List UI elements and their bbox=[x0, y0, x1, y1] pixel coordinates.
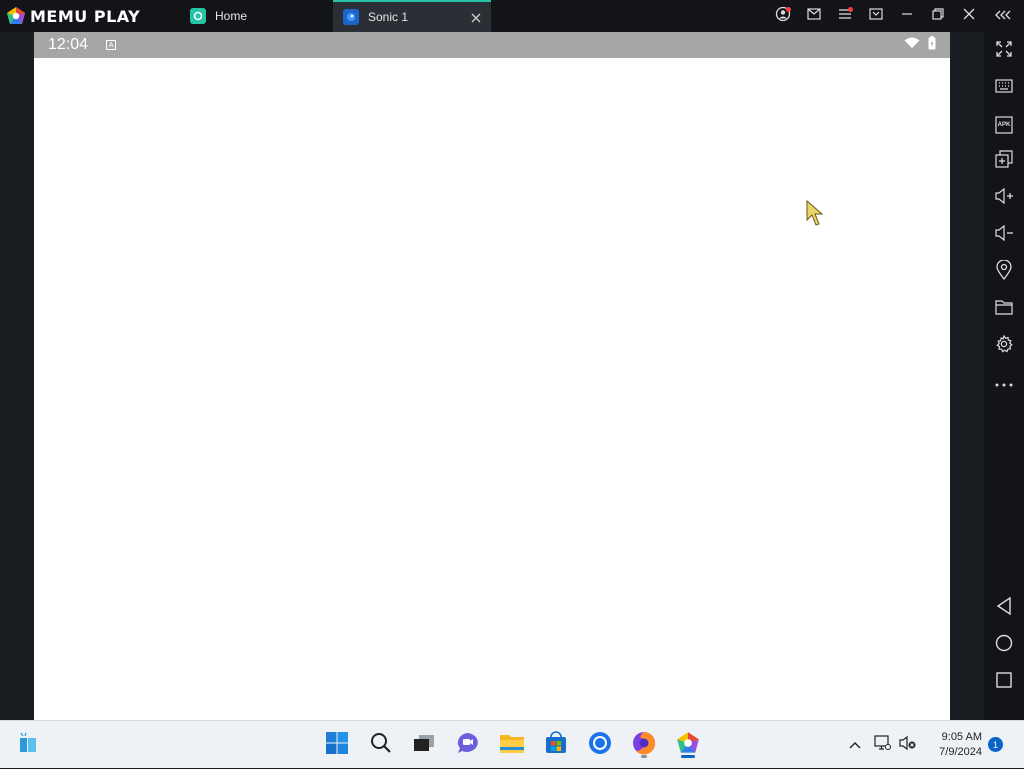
right-margin bbox=[950, 32, 984, 720]
more-button[interactable] bbox=[984, 368, 1024, 398]
volume-up-button[interactable] bbox=[984, 183, 1024, 213]
mouse-cursor-icon bbox=[806, 199, 826, 233]
folder-icon bbox=[995, 299, 1013, 320]
battery-icon bbox=[928, 35, 936, 55]
minimize-button[interactable] bbox=[891, 0, 922, 32]
android-home-button[interactable] bbox=[984, 630, 1024, 660]
volume-down-icon bbox=[994, 224, 1014, 246]
chrome-button[interactable] bbox=[585, 730, 615, 760]
mail-button[interactable] bbox=[798, 0, 829, 32]
taskbar-clock[interactable]: 9:05 AM 7/9/2024 bbox=[939, 730, 982, 760]
apk-icon: APK bbox=[995, 116, 1013, 134]
apk-icon-label: APK bbox=[997, 122, 1011, 128]
restore-icon bbox=[931, 7, 944, 25]
recents-icon bbox=[996, 671, 1012, 693]
location-button[interactable] bbox=[984, 257, 1024, 287]
sonic-app-icon bbox=[343, 9, 359, 25]
settings-icon bbox=[995, 334, 1013, 358]
keyboard-icon bbox=[995, 78, 1013, 98]
menu-notification-dot bbox=[848, 7, 853, 12]
fullscreen-button[interactable] bbox=[984, 36, 1024, 66]
windows-taskbar: 9:05 AM 7/9/2024 1 bbox=[0, 720, 1024, 768]
close-icon bbox=[963, 7, 975, 25]
volume-tray-button[interactable] bbox=[898, 721, 918, 769]
start-button[interactable] bbox=[322, 730, 352, 760]
location-icon bbox=[996, 258, 1012, 285]
volume-muted-icon bbox=[899, 735, 917, 755]
folder-button[interactable] bbox=[984, 294, 1024, 324]
memu-taskbar-button[interactable] bbox=[673, 730, 703, 760]
notification-icon: A bbox=[106, 40, 117, 50]
more-icon bbox=[995, 374, 1013, 392]
chevron-up-icon bbox=[849, 736, 861, 754]
screen-cast-button[interactable] bbox=[860, 0, 891, 32]
widgets-button[interactable] bbox=[13, 730, 43, 760]
home-icon bbox=[995, 634, 1013, 657]
widgets-icon bbox=[17, 732, 39, 759]
search-button[interactable] bbox=[366, 730, 396, 760]
notification-dot bbox=[786, 7, 791, 12]
tab-home-label: Home bbox=[215, 9, 248, 23]
taskbar-time: 9:05 AM bbox=[941, 731, 982, 743]
file-explorer-icon bbox=[499, 732, 525, 759]
tab-sonic[interactable]: Sonic 1 bbox=[333, 0, 491, 32]
app-content-area[interactable] bbox=[34, 58, 950, 720]
settings-button[interactable] bbox=[984, 331, 1024, 361]
taskbar-date: 7/9/2024 bbox=[939, 746, 982, 758]
mail-icon bbox=[806, 7, 821, 25]
android-back-button[interactable] bbox=[984, 593, 1024, 623]
wifi-icon bbox=[904, 36, 920, 54]
task-view-button[interactable] bbox=[409, 730, 439, 760]
keyboard-button[interactable] bbox=[984, 73, 1024, 103]
screen-cast-icon bbox=[868, 7, 883, 26]
multi-instance-button[interactable] bbox=[984, 146, 1024, 176]
windows-start-icon bbox=[325, 731, 349, 760]
show-hidden-icons-button[interactable] bbox=[845, 721, 865, 769]
network-icon bbox=[873, 734, 891, 756]
notification-badge[interactable]: 1 bbox=[988, 737, 1003, 752]
file-explorer-button[interactable] bbox=[497, 730, 527, 760]
account-button[interactable] bbox=[767, 0, 798, 32]
memu-logo: MEMU PLAY bbox=[0, 0, 180, 32]
menu-button[interactable] bbox=[829, 0, 860, 32]
multi-instance-icon bbox=[995, 149, 1013, 173]
emulator-toolbar: APK bbox=[984, 32, 1024, 720]
brand-name: MEMU PLAY bbox=[30, 6, 141, 26]
minimize-icon bbox=[901, 7, 913, 25]
firefox-running-indicator bbox=[641, 755, 647, 758]
restore-button[interactable] bbox=[922, 0, 953, 32]
memu-active-indicator bbox=[681, 755, 695, 758]
tab-home[interactable]: Home bbox=[180, 0, 333, 32]
title-bar: MEMU PLAY Home Sonic 1 bbox=[0, 0, 1024, 32]
collapse-sidebar-icon bbox=[995, 7, 1013, 25]
volume-up-icon bbox=[994, 187, 1014, 209]
android-recents-button[interactable] bbox=[984, 667, 1024, 697]
collapse-sidebar-button[interactable] bbox=[984, 0, 1024, 32]
android-status-bar: 12:04 A bbox=[34, 32, 950, 58]
close-tab-icon[interactable] bbox=[469, 11, 483, 25]
android-screen[interactable]: 12:04 A bbox=[34, 32, 950, 720]
memu-logo-icon bbox=[6, 6, 26, 26]
apk-install-button[interactable]: APK bbox=[984, 110, 1024, 140]
android-clock: 12:04 bbox=[48, 36, 89, 53]
close-button[interactable] bbox=[953, 0, 984, 32]
back-icon bbox=[996, 596, 1012, 620]
chat-icon bbox=[456, 732, 480, 759]
firefox-button[interactable] bbox=[629, 730, 659, 760]
search-icon bbox=[370, 732, 392, 759]
task-view-icon bbox=[413, 733, 435, 758]
microsoft-store-button[interactable] bbox=[541, 730, 571, 760]
fullscreen-icon bbox=[995, 40, 1013, 63]
home-tab-icon bbox=[190, 8, 206, 24]
tab-sonic-label: Sonic 1 bbox=[368, 10, 409, 24]
left-margin bbox=[0, 32, 34, 720]
teams-chat-button[interactable] bbox=[453, 730, 483, 760]
chrome-icon bbox=[588, 731, 612, 760]
volume-down-button[interactable] bbox=[984, 220, 1024, 250]
store-icon bbox=[544, 730, 568, 760]
network-tray-button[interactable] bbox=[872, 721, 892, 769]
